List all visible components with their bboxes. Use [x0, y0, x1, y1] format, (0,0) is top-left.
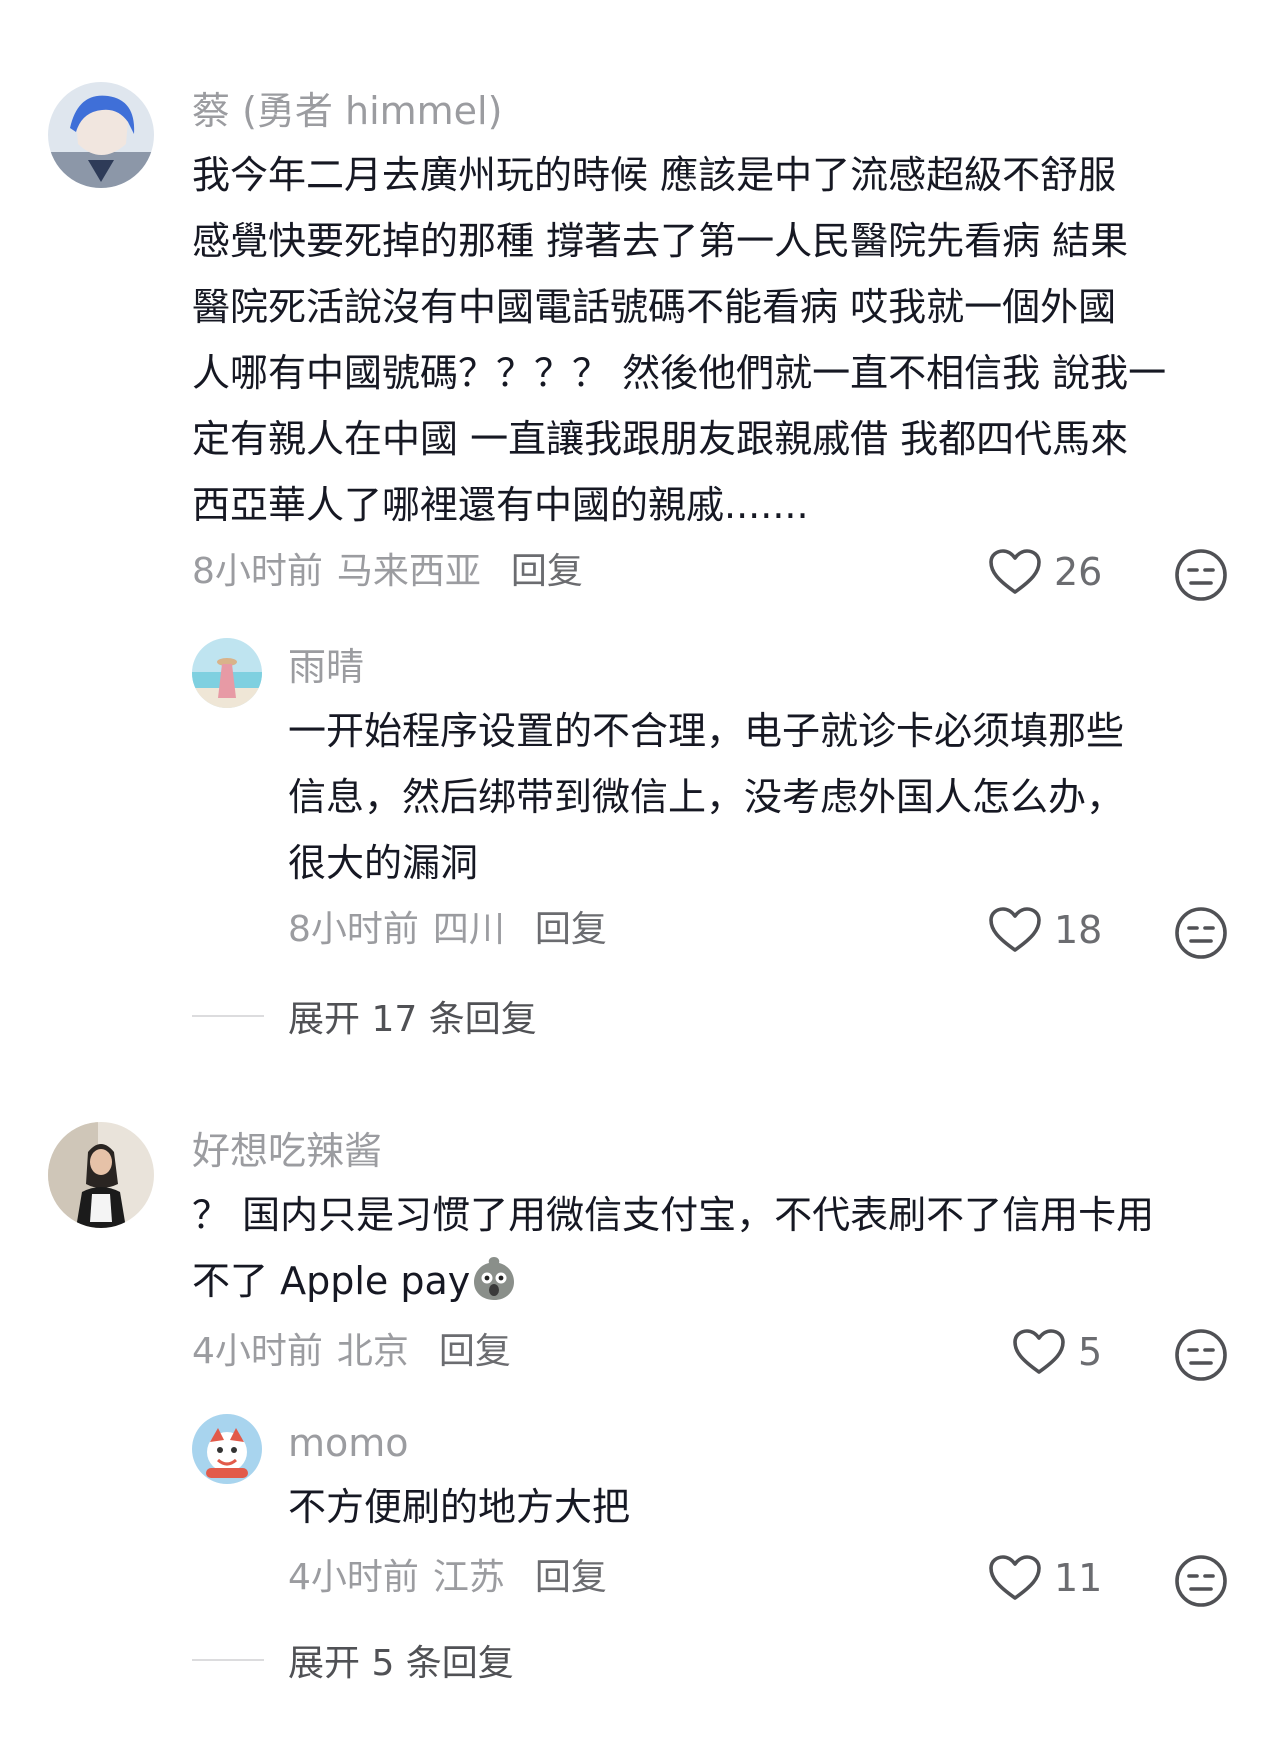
comment-username[interactable]: 好想吃辣酱	[192, 1132, 382, 1170]
like-count: 5	[1078, 1330, 1103, 1374]
dislike-face-icon[interactable]	[1174, 1328, 1228, 1382]
divider-line	[192, 1659, 264, 1661]
avatar-image	[48, 1122, 154, 1228]
comment-text: 我今年二月去廣州玩的時候 應該是中了流感超級不舒服 感覺快要死掉的那種 撐著去了…	[192, 153, 1167, 527]
comment-location: 北京	[336, 1331, 409, 1372]
reply-button[interactable]: 回复	[535, 1560, 607, 1596]
heart-icon	[1013, 1329, 1065, 1374]
reply-meta: 8小时前 四川 回复	[288, 912, 607, 948]
divider-line	[192, 1015, 264, 1017]
avatar[interactable]	[192, 638, 262, 708]
comment-time: 8小时前	[192, 551, 323, 592]
heart-icon	[989, 907, 1041, 952]
reply-button[interactable]: 回复	[439, 1334, 511, 1370]
like-button[interactable]: 18	[988, 906, 1102, 954]
reply-username[interactable]: 雨晴	[288, 648, 364, 686]
avatar-image	[192, 638, 262, 708]
reply-time: 8小时前	[288, 909, 419, 950]
comment-username[interactable]: 蔡 (勇者 himmel)	[192, 92, 502, 130]
reply-location: 江苏	[432, 1557, 505, 1598]
avatar[interactable]	[192, 1414, 262, 1484]
expand-replies-button[interactable]: 展开 17 条回复	[192, 990, 537, 1042]
avatar[interactable]	[48, 82, 154, 188]
reply-button[interactable]: 回复	[511, 554, 583, 590]
comment-text: ？ 国内只是习惯了用微信支付宝，不代表刷不了信用卡用 不了 Apple pay	[192, 1182, 1262, 1314]
comment-time: 4小时前	[192, 1331, 323, 1372]
like-button[interactable]: 26	[988, 548, 1102, 596]
heart-icon	[989, 549, 1041, 594]
comment-meta: 4小时前 北京 回复	[192, 1334, 511, 1370]
avatar[interactable]	[48, 1122, 154, 1228]
expand-replies-label: 展开 17 条回复	[288, 999, 537, 1040]
dislike-face-icon[interactable]	[1174, 906, 1228, 960]
reply-location: 四川	[432, 909, 505, 950]
comment-location: 马来西亚	[336, 551, 481, 592]
reply-text: 一开始程序设置的不合理，电子就诊卡必须填那些 信息，然后绑带到微信上，没考虑外国…	[288, 709, 1125, 885]
dislike-face-icon[interactable]	[1174, 1554, 1228, 1608]
expand-replies-button[interactable]: 展开 5 条回复	[192, 1634, 514, 1686]
shocked-face-emoji-icon	[474, 1257, 515, 1300]
like-count: 26	[1054, 550, 1103, 594]
reply-username[interactable]: momo	[288, 1424, 409, 1462]
expand-replies-label: 展开 5 条回复	[288, 1643, 514, 1684]
reply-button[interactable]: 回复	[535, 912, 607, 948]
like-count: 11	[1054, 1556, 1103, 1600]
like-count: 18	[1054, 908, 1103, 952]
avatar-image	[48, 82, 154, 188]
reply-time: 4小时前	[288, 1557, 419, 1598]
reply-meta: 4小时前 江苏 回复	[288, 1560, 607, 1596]
like-button[interactable]: 5	[1012, 1328, 1102, 1376]
heart-icon	[989, 1555, 1041, 1600]
dislike-face-icon[interactable]	[1174, 548, 1228, 602]
comment-text-body: ？ 国内只是习惯了用微信支付宝，不代表刷不了信用卡用 不了 Apple pay	[192, 1193, 1155, 1303]
avatar-image	[192, 1414, 262, 1484]
comment-meta: 8小时前 马来西亚 回复	[192, 554, 583, 590]
like-button[interactable]: 11	[988, 1554, 1102, 1602]
reply-text: 不方便刷的地方大把	[288, 1485, 631, 1529]
